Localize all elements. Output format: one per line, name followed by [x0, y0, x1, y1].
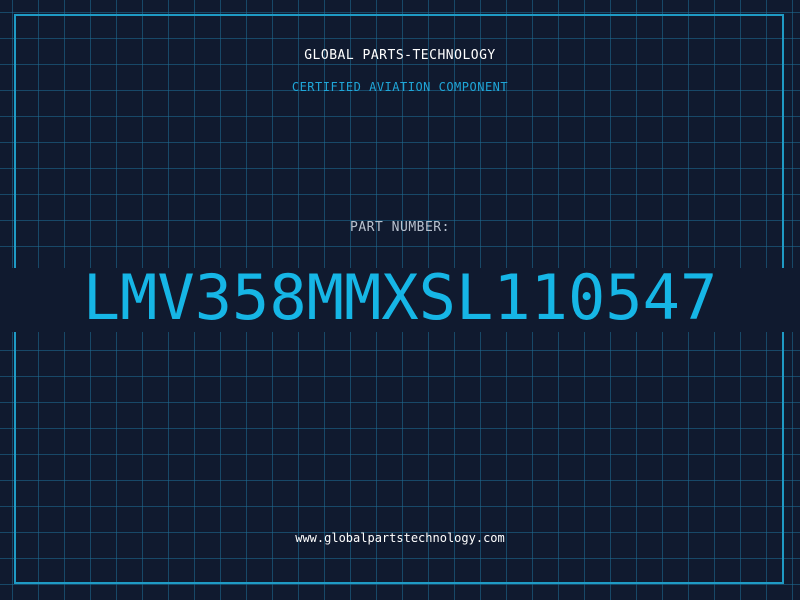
part-number-value: LMV358MMXSL110547: [82, 261, 718, 334]
company-name: GLOBAL PARTS-TECHNOLOGY: [304, 48, 496, 63]
part-number-label: PART NUMBER:: [350, 220, 450, 235]
certification-subtitle: CERTIFIED AVIATION COMPONENT: [291, 80, 509, 94]
label-card: GLOBAL PARTS-TECHNOLOGY CERTIFIED AVIATI…: [0, 0, 800, 600]
website-url: www.globalpartstechnology.com: [295, 531, 505, 545]
